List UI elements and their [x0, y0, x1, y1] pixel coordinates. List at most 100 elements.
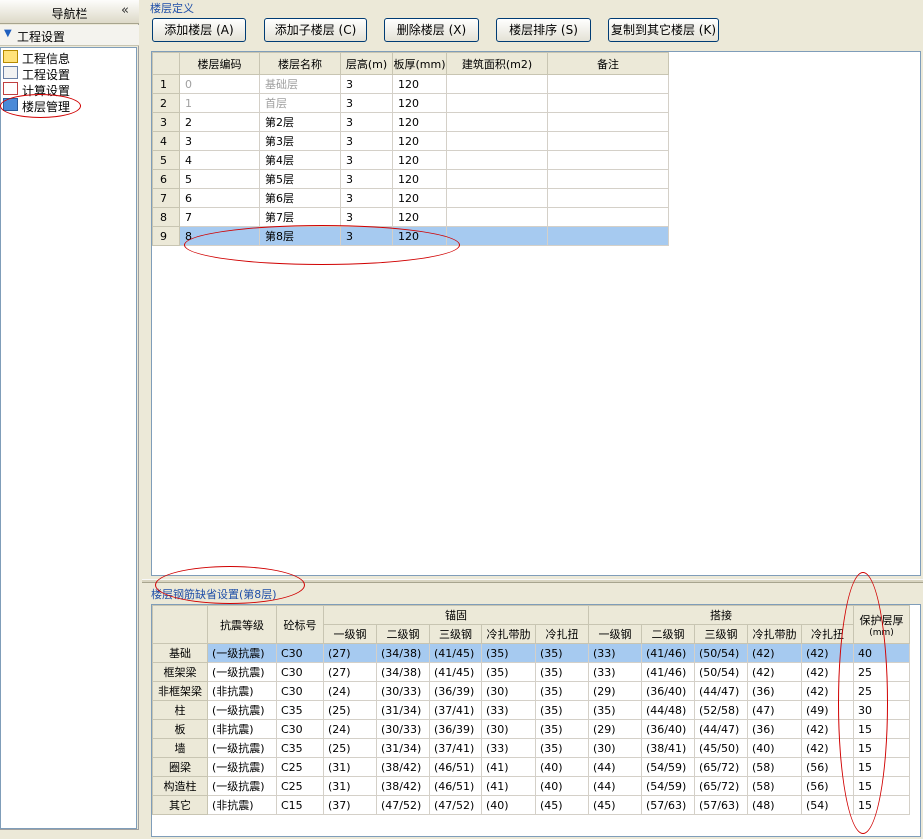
table-row[interactable]: 墙 (一级抗震) C35 (25) (31/34) (37/41) (33) (35) (30)…: [152, 738, 910, 758]
copy-to-floors-button[interactable]: 复制到其它楼层 (K): [608, 18, 719, 42]
anchor-subcolumn-header[interactable]: 三级钢: [429, 624, 482, 644]
table-cell[interactable]: 120: [392, 131, 447, 151]
table-cell[interactable]: 第5层: [259, 169, 341, 189]
lap-cell[interactable]: (58): [747, 757, 802, 777]
table-cell[interactable]: [547, 226, 669, 246]
seismic-cell[interactable]: (一级抗震): [207, 662, 277, 682]
anchor-cell[interactable]: (34/38): [376, 643, 430, 663]
table-cell[interactable]: 120: [392, 74, 447, 94]
table-cell[interactable]: [547, 207, 669, 227]
table-row[interactable]: 7 6 第6层 3 120: [152, 188, 669, 208]
table-cell[interactable]: [446, 112, 548, 132]
anchor-cell[interactable]: (35): [535, 738, 589, 758]
anchor-cell[interactable]: (24): [323, 681, 377, 701]
lap-cell[interactable]: (33): [588, 643, 642, 663]
cover-cell[interactable]: 15: [853, 719, 910, 739]
table-cell[interactable]: [547, 150, 669, 170]
concrete-cell[interactable]: C15: [276, 795, 324, 815]
table-cell[interactable]: [446, 131, 548, 151]
table-cell[interactable]: [446, 169, 548, 189]
lap-cell[interactable]: (58): [747, 776, 802, 796]
table-cell[interactable]: 第3层: [259, 131, 341, 151]
sort-floors-button[interactable]: 楼层排序 (S): [496, 18, 591, 42]
seismic-cell[interactable]: (非抗震): [207, 719, 277, 739]
anchor-cell[interactable]: (35): [535, 719, 589, 739]
concrete-cell[interactable]: C30: [276, 662, 324, 682]
lap-subcolumn-header[interactable]: 三级钢: [694, 624, 748, 644]
lap-cell[interactable]: (35): [588, 700, 642, 720]
table-cell[interactable]: 0: [179, 74, 260, 94]
anchor-cell[interactable]: (40): [481, 795, 536, 815]
seismic-cell[interactable]: (一级抗震): [207, 643, 277, 663]
anchor-cell[interactable]: (41/45): [429, 662, 482, 682]
table-cell[interactable]: 3: [179, 131, 260, 151]
lap-cell[interactable]: (52/58): [694, 700, 748, 720]
anchor-cell[interactable]: (33): [481, 700, 536, 720]
anchor-cell[interactable]: (25): [323, 738, 377, 758]
anchor-cell[interactable]: (34/38): [376, 662, 430, 682]
lap-cell[interactable]: (29): [588, 681, 642, 701]
column-header[interactable]: 备注: [547, 52, 669, 75]
column-header[interactable]: 建筑面积(m2): [446, 52, 548, 75]
table-cell[interactable]: 第7层: [259, 207, 341, 227]
anchor-cell[interactable]: (37/41): [429, 738, 482, 758]
table-row[interactable]: 圈梁 (一级抗震) C25 (31) (38/42) (46/51) (41) (40) (44…: [152, 757, 910, 777]
table-cell[interactable]: [547, 74, 669, 94]
table-row[interactable]: 9 8 第8层 3 120: [152, 226, 669, 246]
table-cell[interactable]: 6: [179, 188, 260, 208]
anchor-cell[interactable]: (31): [323, 757, 377, 777]
table-cell[interactable]: 第6层: [259, 188, 341, 208]
nav-item-calc-settings[interactable]: 计算设置: [1, 81, 131, 98]
seismic-cell[interactable]: (非抗震): [207, 795, 277, 815]
lap-cell[interactable]: (44): [588, 757, 642, 777]
lap-cell[interactable]: (56): [801, 776, 854, 796]
table-cell[interactable]: 4: [179, 150, 260, 170]
concrete-cell[interactable]: C25: [276, 757, 324, 777]
column-header[interactable]: 板厚(mm): [392, 52, 447, 75]
table-cell[interactable]: [446, 188, 548, 208]
seismic-cell[interactable]: (一级抗震): [207, 757, 277, 777]
lap-cell[interactable]: (54): [801, 795, 854, 815]
table-cell[interactable]: 5: [179, 169, 260, 189]
table-cell[interactable]: 120: [392, 150, 447, 170]
table-row[interactable]: 非框架梁 (非抗震) C30 (24) (30/33) (36/39) (30) (35) (2…: [152, 681, 910, 701]
anchor-cell[interactable]: (27): [323, 643, 377, 663]
lap-cell[interactable]: (50/54): [694, 662, 748, 682]
table-cell[interactable]: 120: [392, 93, 447, 113]
anchor-cell[interactable]: (25): [323, 700, 377, 720]
lap-cell[interactable]: (42): [801, 738, 854, 758]
nav-item-floor-management[interactable]: 楼层管理: [1, 97, 131, 114]
table-cell[interactable]: [547, 188, 669, 208]
lap-cell[interactable]: (44/48): [641, 700, 695, 720]
table-cell[interactable]: 3: [340, 207, 393, 227]
anchor-cell[interactable]: (35): [535, 681, 589, 701]
concrete-cell[interactable]: C35: [276, 738, 324, 758]
lap-subcolumn-header[interactable]: 一级钢: [588, 624, 642, 644]
anchor-subcolumn-header[interactable]: 二级钢: [376, 624, 430, 644]
nav-item-project-info[interactable]: 工程信息: [1, 49, 131, 66]
lap-cell[interactable]: (48): [747, 795, 802, 815]
anchor-cell[interactable]: (30/33): [376, 719, 430, 739]
lap-cell[interactable]: (65/72): [694, 757, 748, 777]
anchor-subcolumn-header[interactable]: 冷扎扭: [535, 624, 589, 644]
table-cell[interactable]: 第4层: [259, 150, 341, 170]
lap-cell[interactable]: (36/40): [641, 719, 695, 739]
table-row[interactable]: 5 4 第4层 3 120: [152, 150, 669, 170]
anchor-cell[interactable]: (30): [481, 681, 536, 701]
table-cell[interactable]: [446, 93, 548, 113]
anchor-cell[interactable]: (40): [535, 757, 589, 777]
lap-cell[interactable]: (57/63): [641, 795, 695, 815]
seismic-cell[interactable]: (一级抗震): [207, 700, 277, 720]
cover-cell[interactable]: 15: [853, 795, 910, 815]
lap-cell[interactable]: (45): [588, 795, 642, 815]
table-cell[interactable]: [547, 112, 669, 132]
table-cell[interactable]: 3: [340, 150, 393, 170]
table-cell[interactable]: [446, 207, 548, 227]
anchor-cell[interactable]: (35): [535, 662, 589, 682]
lap-cell[interactable]: (42): [747, 662, 802, 682]
anchor-cell[interactable]: (30): [481, 719, 536, 739]
add-floor-button[interactable]: 添加楼层 (A): [152, 18, 246, 42]
table-cell[interactable]: 7: [179, 207, 260, 227]
anchor-cell[interactable]: (33): [481, 738, 536, 758]
lap-cell[interactable]: (56): [801, 757, 854, 777]
